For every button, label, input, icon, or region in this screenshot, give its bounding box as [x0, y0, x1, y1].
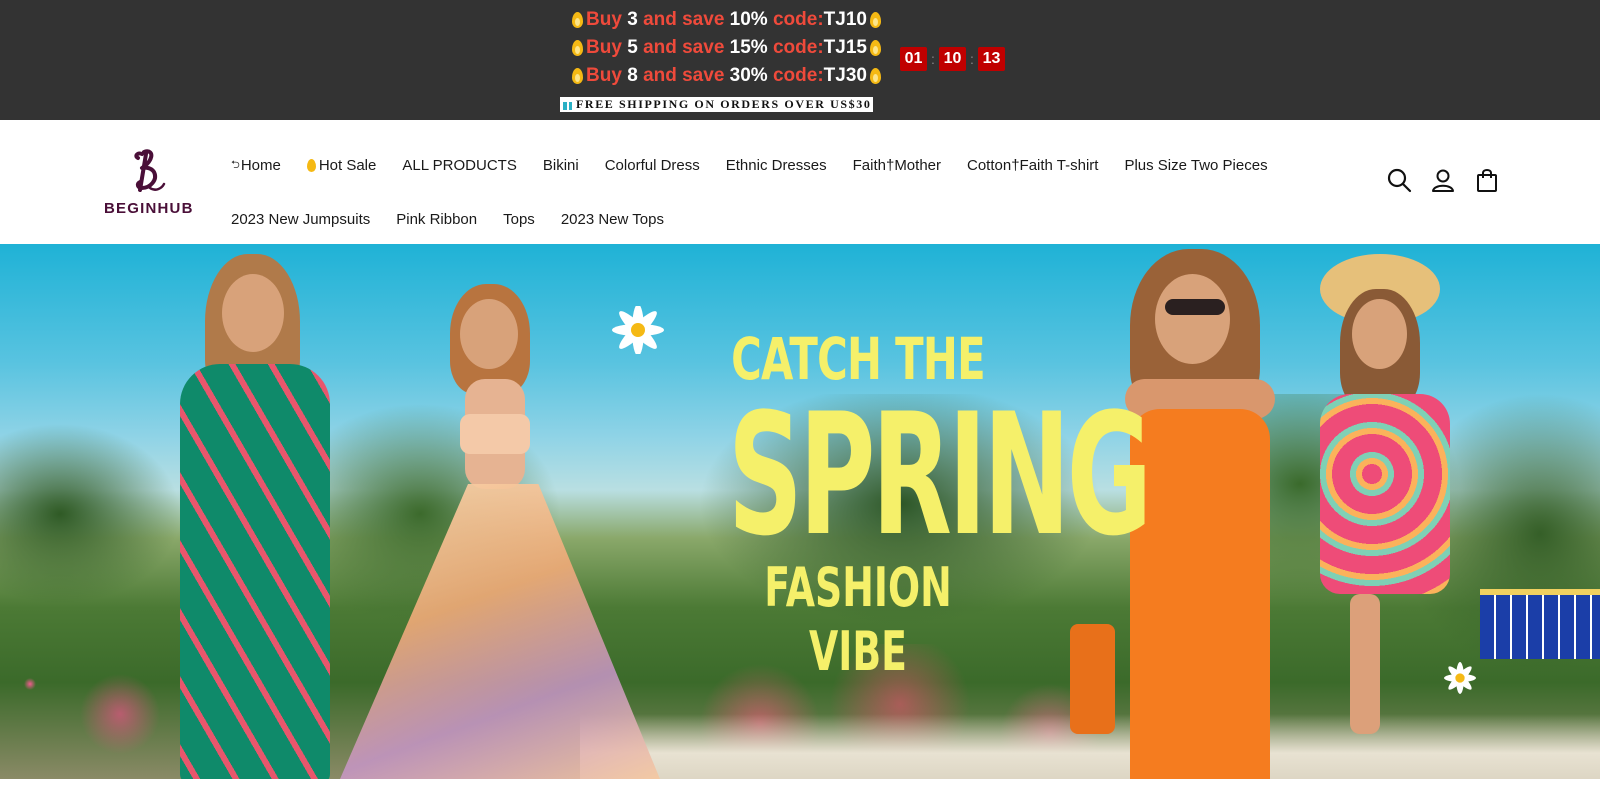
nav-item-label: Home	[240, 156, 281, 174]
hero-model-floral-outfit	[320, 284, 660, 779]
promo-save: and save	[643, 37, 725, 58]
promo-lines: Buy 3 and save 10% code: TJ10 Buy 5 and s…	[571, 6, 881, 90]
free-shipping-text: FREE SHIPPING ON ORDERS OVER US$30	[576, 97, 872, 111]
countdown-separator: :	[931, 51, 935, 67]
main-navigation: ⮌ Home Hot Sale ALL PRODUCTS Bikini Colo…	[222, 138, 1352, 246]
promo-buy: Buy	[586, 9, 622, 30]
promo-buy: Buy	[586, 37, 622, 58]
countdown-minutes: 10	[939, 47, 966, 71]
nav-item-pink-ribbon[interactable]: Pink Ribbon	[396, 211, 477, 228]
flame-icon	[869, 11, 881, 29]
countdown-hours: 01	[900, 47, 927, 71]
nav-item-new-tops[interactable]: 2023 New Tops	[561, 211, 664, 228]
nav-item-hot-sale[interactable]: Hot Sale	[306, 156, 377, 174]
nav-item-label: Hot Sale	[318, 156, 377, 174]
promo-qty: 3	[627, 9, 638, 30]
promo-line-3: Buy 8 and save 30% code: TJ30	[571, 62, 881, 90]
flame-icon	[869, 67, 881, 85]
header-actions	[1385, 166, 1517, 194]
promo-code: TJ30	[823, 65, 867, 86]
nav-item-colorful-dress[interactable]: Colorful Dress	[605, 157, 700, 174]
cart-icon[interactable]	[1473, 166, 1501, 194]
promo-save: and save	[643, 9, 725, 30]
nav-item-new-jumpsuits[interactable]: 2023 New Jumpsuits	[231, 211, 370, 228]
promo-pct: 30%	[729, 65, 768, 86]
promo-pct: 10%	[729, 9, 768, 30]
logo-text: BEGINHUB	[104, 200, 194, 217]
promo-qty: 8	[627, 65, 638, 86]
nav-item-plus-size-two-pieces[interactable]: Plus Size Two Pieces	[1124, 157, 1267, 174]
flame-icon	[571, 39, 584, 57]
promo-buy: Buy	[586, 65, 622, 86]
account-icon[interactable]	[1429, 166, 1457, 194]
promo-code: TJ15	[823, 37, 867, 58]
promo-code-label: code:	[772, 9, 824, 30]
back-icon: ⮌	[231, 158, 240, 171]
nav-item-cotton-faith-tshirt[interactable]: Cotton†Faith T-shirt	[967, 157, 1098, 174]
nav-item-bikini[interactable]: Bikini	[543, 157, 579, 174]
hero-headline: CATCH THE SPRING FASHION VIBE	[648, 324, 1152, 684]
countdown-separator: :	[970, 51, 974, 67]
nav-item-all-products[interactable]: ALL PRODUCTS	[402, 157, 516, 174]
brand-logo[interactable]: BEGINHUB	[102, 148, 198, 220]
logo-b-mark-icon	[134, 149, 166, 192]
promo-code-label: code:	[772, 65, 824, 86]
promo-pct: 15%	[729, 37, 768, 58]
hero-banner[interactable]: CATCH THE SPRING FASHION VIBE	[0, 244, 1600, 779]
hero-line-2: SPRING	[727, 377, 1152, 573]
nav-item-ethnic-dresses[interactable]: Ethnic Dresses	[726, 157, 827, 174]
promo-line-2: Buy 5 and save 15% code: TJ15	[571, 34, 881, 62]
flame-icon	[571, 67, 584, 85]
hero-line-3: FASHION VIBE	[764, 556, 952, 683]
nav-item-tops[interactable]: Tops	[503, 211, 535, 228]
countdown-timer: 01 : 10 : 13	[900, 47, 1005, 71]
nav-item-home[interactable]: ⮌ Home	[231, 156, 281, 175]
nav-row-1: ⮌ Home Hot Sale ALL PRODUCTS Bikini Colo…	[222, 138, 1352, 192]
promo-code: TJ10	[823, 9, 867, 30]
free-shipping-notice: FREE SHIPPING ON ORDERS OVER US$30	[560, 97, 874, 112]
hero-pool-tiles	[1480, 589, 1600, 659]
flame-icon	[869, 39, 881, 57]
search-icon[interactable]	[1385, 166, 1413, 194]
daisy-icon	[1444, 662, 1476, 694]
promo-save: and save	[643, 65, 725, 86]
flame-icon	[306, 158, 316, 172]
gift-icon	[562, 99, 573, 110]
flame-icon	[571, 11, 584, 29]
countdown-seconds: 13	[978, 47, 1005, 71]
promo-qty: 5	[627, 37, 638, 58]
promo-line-1: Buy 3 and save 10% code: TJ10	[571, 6, 881, 34]
nav-row-2: 2023 New Jumpsuits Pink Ribbon Tops 2023…	[222, 192, 1352, 246]
promo-code-label: code:	[772, 37, 824, 58]
site-header: BEGINHUB ⮌ Home Hot Sale ALL PRODUCTS Bi…	[0, 120, 1600, 244]
announcement-bar: Buy 3 and save 10% code: TJ10 Buy 5 and s…	[0, 0, 1600, 120]
nav-item-faith-mother[interactable]: Faith†Mother	[853, 157, 941, 174]
